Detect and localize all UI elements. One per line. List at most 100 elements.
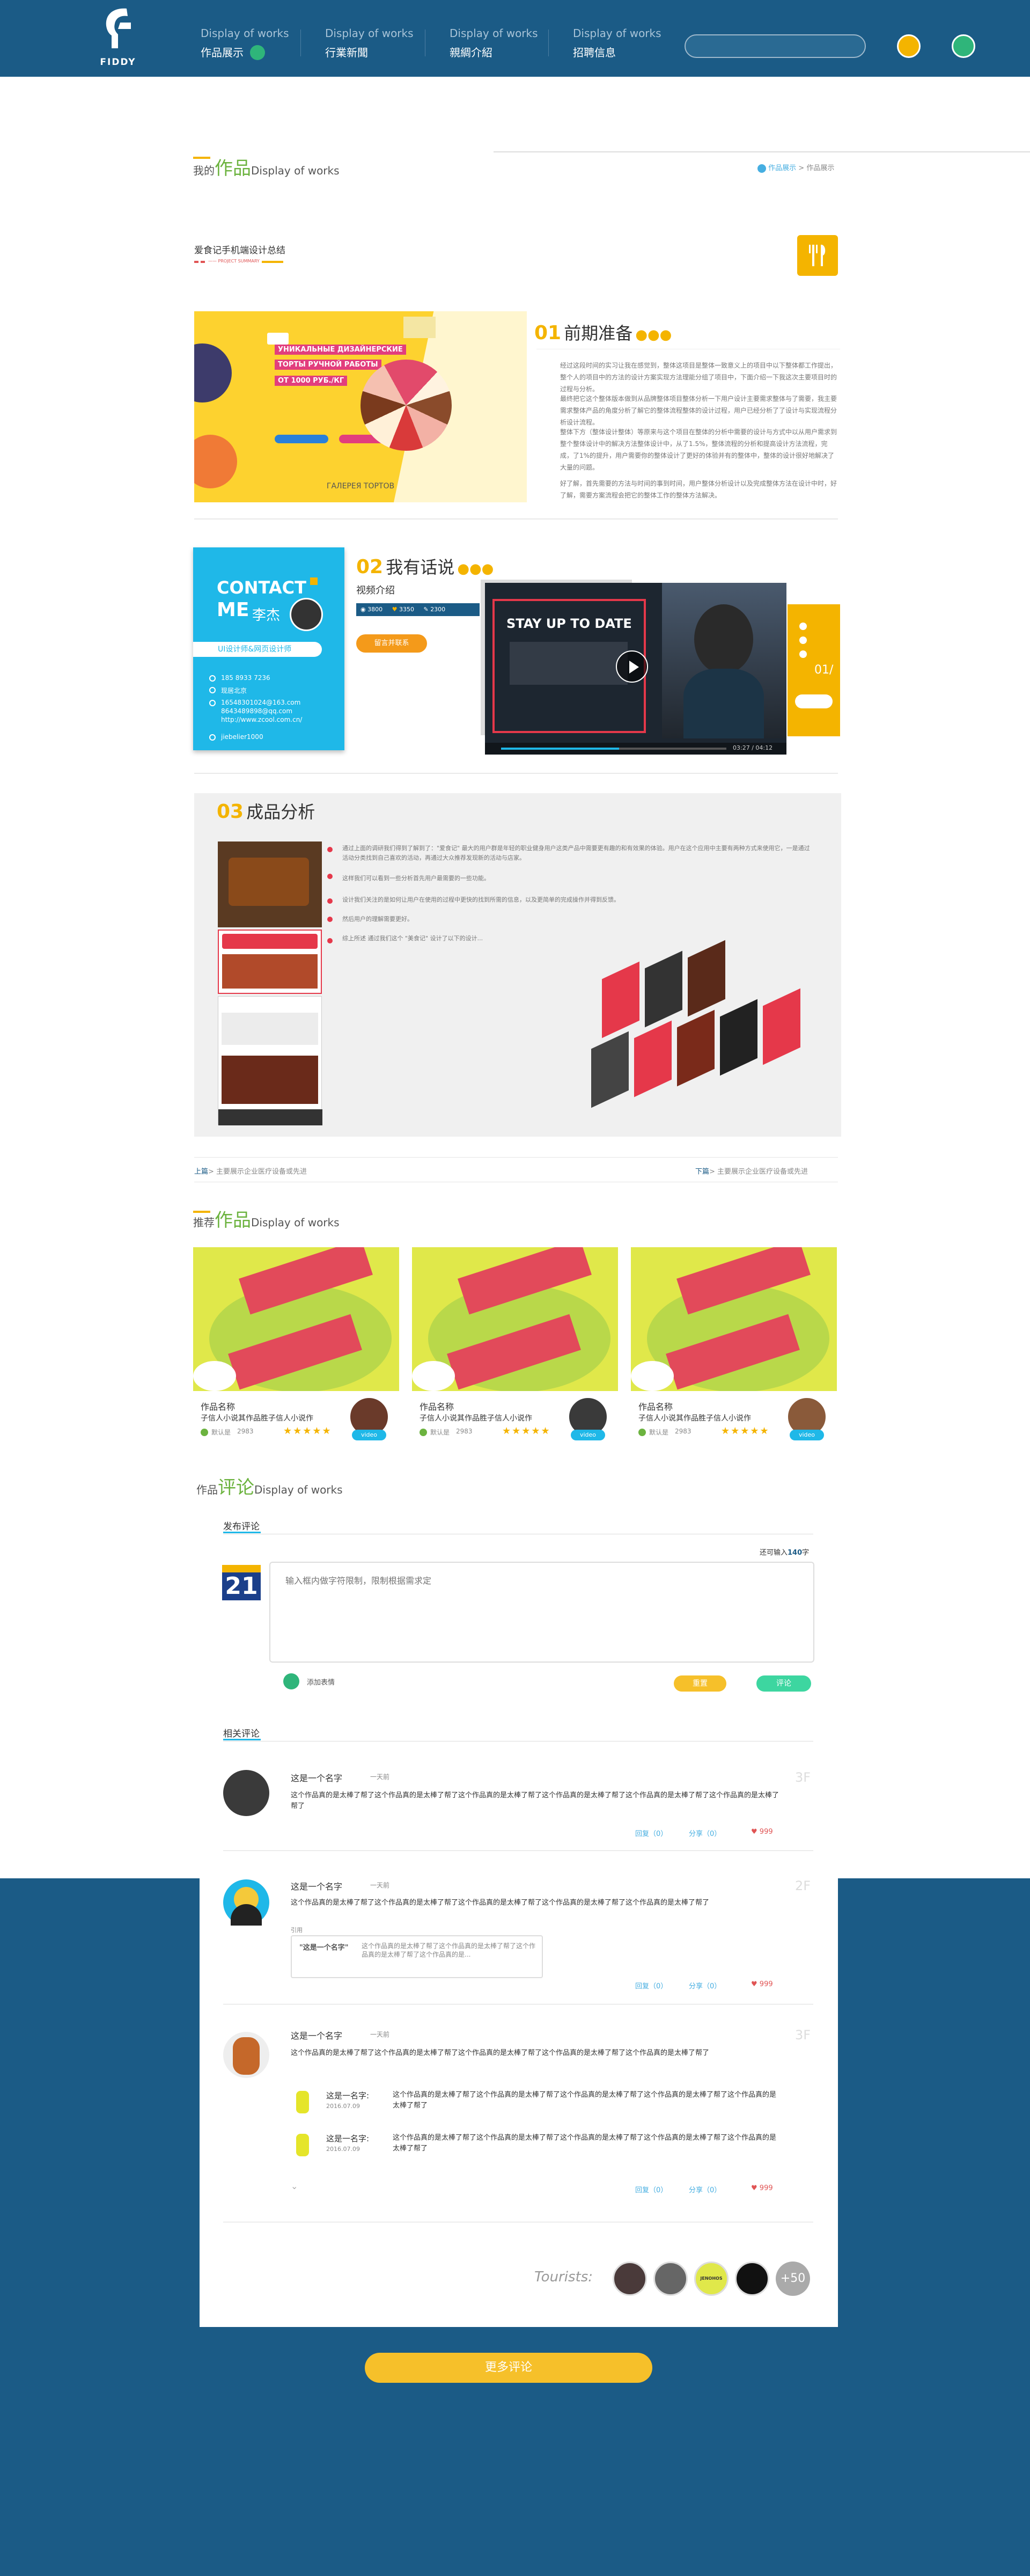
- like-button[interactable]: ♥ 999: [751, 1828, 773, 1836]
- contact-website[interactable]: http://www.zcool.com.cn/: [221, 716, 302, 723]
- work-thumbnail: [412, 1247, 618, 1391]
- work-card[interactable]: 作品名称 子信人小说其作品胜子信人小说作 默认是 2983 ★★★★★ vide…: [193, 1247, 399, 1448]
- reply-button[interactable]: 回复（0）: [635, 2184, 667, 2194]
- active-indicator-icon: [250, 45, 265, 60]
- submit-comment-button[interactable]: 评论: [756, 1675, 811, 1692]
- nav-item-zh: 行業新聞: [325, 46, 368, 59]
- play-icon[interactable]: [616, 650, 648, 683]
- contact-me-button[interactable]: 留言并联系: [356, 634, 427, 653]
- breadcrumb-link[interactable]: 作品展示: [768, 164, 796, 172]
- avatar[interactable]: [223, 1770, 269, 1816]
- section-divider: [194, 518, 838, 519]
- reply-text: 这个作品真的是太棒了帮了这个作品真的是太棒了帮了这个作品真的是太棒了帮了这个作品…: [393, 2091, 777, 2110]
- reply-name[interactable]: 这是一名字:: [326, 2133, 369, 2144]
- slide-arrows-icon[interactable]: [795, 694, 833, 708]
- video-badge: video: [790, 1430, 824, 1440]
- commenter-name[interactable]: 这是一个名字: [291, 2029, 342, 2041]
- next-link[interactable]: 下篇> 主要展示企业医疗设备或先进: [695, 1166, 808, 1176]
- tourist-avatar[interactable]: [613, 2262, 647, 2296]
- works-section-header: 我的作品Display of works 作品展示 > 作品展示: [193, 151, 1030, 179]
- search-input[interactable]: [685, 34, 866, 58]
- video-side-panel: 01/: [788, 604, 840, 736]
- slide-dot[interactable]: [799, 636, 807, 644]
- rating-stars: ★★★★★: [721, 1425, 770, 1437]
- poster-line: УНИКАЛЬНЫЕ ДИЗАЙНЕРСКИЕ: [275, 345, 406, 355]
- step-01-paragraph: 好了解，首先需要的方法与时间的事到时间，用户整体分析设计以及完成整体方法在设计中…: [560, 480, 837, 499]
- avatar[interactable]: [223, 2032, 269, 2078]
- slide-dot[interactable]: [799, 650, 807, 658]
- nav-item-zh: 作品展示: [201, 46, 244, 59]
- reply-button[interactable]: 回复（0）: [635, 1980, 667, 1990]
- more-comments-button[interactable]: 更多评论: [365, 2353, 652, 2383]
- nav-item-en: Display of works: [201, 27, 289, 40]
- stat-likes: 3350: [399, 606, 414, 613]
- comment-floor: 2F: [795, 1878, 811, 1893]
- avatar[interactable]: [223, 1879, 269, 1926]
- app-screenshot: [218, 996, 322, 1125]
- nav-item-works[interactable]: Display of works 作品展示: [201, 27, 289, 59]
- contact-card: CONTACT ME 李杰 UI设计师&网页设计师 185 8933 7236 …: [193, 547, 344, 750]
- section-title: 我的作品Display of works: [193, 158, 340, 179]
- bullet-icon: [327, 874, 333, 879]
- tourist-avatar[interactable]: [653, 2262, 688, 2296]
- work-card[interactable]: 作品名称 子信人小说其作品胜子信人小说作 默认是 2983 ★★★★★ vide…: [412, 1247, 618, 1448]
- video-badge: video: [352, 1430, 386, 1440]
- reply-time: 2016.07.09: [326, 2103, 360, 2110]
- step-02-title: 02 我有话说 ●●●: [356, 556, 494, 578]
- contact-title: CONTACT: [217, 577, 306, 598]
- calendar-icon: 21: [222, 1565, 261, 1600]
- contact-location: 现居北京: [221, 687, 247, 694]
- divider: [194, 1157, 838, 1158]
- decor-square: [310, 577, 318, 585]
- analysis-paragraph: 通过上面的调研我们得到了解到了："爱食记" 最大的用户群是年轻的职业健身用户这类…: [342, 845, 810, 861]
- analysis-panel: 03 成品分析 通过上面的调研我们得到了解到了："爱食记" 最大的用户群是年轻的…: [194, 793, 841, 1137]
- nav-item-news[interactable]: Display of works 行業新聞: [325, 27, 414, 59]
- tourist-avatar[interactable]: [735, 2262, 769, 2296]
- reply-name[interactable]: 这是一名字:: [326, 2090, 369, 2101]
- utensils-icon[interactable]: [797, 235, 838, 276]
- reply-button[interactable]: 回复（0）: [635, 1828, 667, 1838]
- reset-button[interactable]: 重置: [674, 1675, 726, 1692]
- nav-item-jobs[interactable]: Display of works 招聘信息: [573, 27, 661, 59]
- work-count: 2983: [237, 1428, 254, 1435]
- quote-label: 引用: [291, 1927, 303, 1934]
- tourist-avatar[interactable]: JENOHOS: [694, 2262, 729, 2296]
- contact-phone: 185 8933 7236: [221, 674, 270, 682]
- settings-icon[interactable]: [952, 34, 975, 58]
- more-tourists-button[interactable]: +50: [776, 2262, 810, 2296]
- avatar: [290, 598, 323, 631]
- share-button[interactable]: 分享（0）: [689, 1980, 721, 1990]
- emoji-icon[interactable]: [283, 1673, 299, 1689]
- reply-text: 这个作品真的是太棒了帮了这个作品真的是太棒了帮了这个作品真的是太棒了帮了这个作品…: [393, 2134, 777, 2153]
- post-comment-tab[interactable]: 发布评论: [223, 1519, 260, 1532]
- app-screenshot: [218, 930, 322, 994]
- share-button[interactable]: 分享（0）: [689, 1828, 721, 1838]
- analysis-paragraph: 设计我们关注的是如何让用户在使用的过程中更快的找到所需的信息，以及更简单的完成操…: [342, 896, 620, 903]
- stat-views: 3800: [367, 606, 383, 613]
- comment-floor: 3F: [795, 2028, 811, 2043]
- work-card[interactable]: 作品名称 子信人小说其作品胜子信人小说作 默认是 2983 ★★★★★ vide…: [631, 1247, 837, 1448]
- nav-item-en: Display of works: [325, 27, 414, 40]
- user-avatar-icon[interactable]: [897, 34, 921, 58]
- emoji-label[interactable]: 添加表情: [307, 1677, 335, 1687]
- commenter-name[interactable]: 这是一个名字: [291, 1879, 342, 1892]
- nav-item-intro[interactable]: Display of works 親綢介紹: [450, 27, 538, 59]
- work-thumbnail: [193, 1247, 399, 1391]
- prev-link[interactable]: 上篇> 主要展示企业医疗设备或先进: [194, 1166, 307, 1176]
- analysis-paragraph: 然后用户的理解需要更好。: [342, 916, 413, 923]
- comment-floor: 3F: [795, 1770, 811, 1785]
- share-button[interactable]: 分享（0）: [689, 2184, 721, 2194]
- slide-dot[interactable]: [799, 623, 807, 630]
- video-player[interactable]: STAY UP TO DATE 03:27 / 04:12: [485, 583, 786, 755]
- video-title: STAY UP TO DATE: [506, 616, 632, 631]
- commenter-name[interactable]: 这是一个名字: [291, 1771, 342, 1784]
- brand-logo[interactable]: FIDDY: [97, 8, 139, 70]
- comment-textarea[interactable]: [269, 1562, 814, 1663]
- like-button[interactable]: ♥ 999: [751, 1980, 773, 1988]
- related-comments-tab[interactable]: 相关评论: [223, 1726, 260, 1739]
- chevron-down-icon[interactable]: ⌄: [291, 2181, 298, 2191]
- like-button[interactable]: ♥ 999: [751, 2184, 773, 2192]
- work-name: 作品名称: [201, 1402, 236, 1412]
- top-navigation-bar: FIDDY Display of works 作品展示 Display of w…: [0, 0, 1030, 77]
- email-icon: [209, 700, 216, 706]
